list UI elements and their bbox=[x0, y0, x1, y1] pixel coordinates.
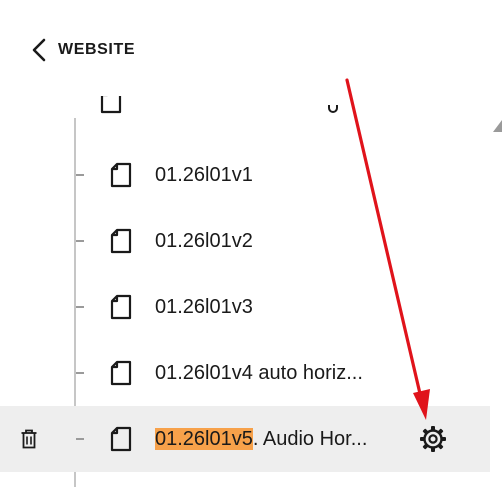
back-to-website-link[interactable]: WEBSITE bbox=[30, 36, 135, 64]
page-item-5-selected[interactable]: 01.26l01v5. Audio Hor... bbox=[0, 406, 490, 472]
scroll-indicator[interactable] bbox=[493, 120, 502, 132]
page-item-1[interactable]: 01.26l01v1 bbox=[0, 142, 490, 208]
glyph-fragment bbox=[328, 105, 338, 113]
page-icon bbox=[110, 360, 132, 386]
page-icon bbox=[100, 96, 122, 114]
page-title: 01.26l01v4 auto horiz... bbox=[155, 362, 363, 384]
tree-branch bbox=[76, 306, 84, 308]
page-icon bbox=[110, 294, 132, 320]
gear-icon[interactable] bbox=[419, 425, 447, 453]
tree-branch bbox=[76, 174, 84, 176]
page-item-2[interactable]: 01.26l01v2 bbox=[0, 208, 490, 274]
tree-branch bbox=[76, 372, 84, 374]
page-item-4[interactable]: 01.26l01v4 auto horiz... bbox=[0, 340, 490, 406]
page-icon bbox=[110, 162, 132, 188]
search-highlight: 01.26l01v5 bbox=[155, 428, 253, 450]
tree-branch bbox=[76, 240, 84, 242]
page-title-partial-mark bbox=[142, 96, 340, 113]
partial-row-clip bbox=[100, 96, 340, 118]
partial-row-content bbox=[100, 96, 340, 114]
back-link-label: WEBSITE bbox=[58, 41, 136, 58]
page-title: 01.26l01v5. Audio Hor... bbox=[155, 427, 367, 451]
page-title: 01.26l01v2 bbox=[155, 230, 253, 252]
page-title-rest: . Audio Hor... bbox=[252, 428, 368, 450]
tree-branch bbox=[76, 438, 84, 440]
page-icon bbox=[110, 228, 132, 254]
page-item-partial[interactable] bbox=[0, 96, 490, 120]
page-title: 01.26l01v3 bbox=[155, 296, 253, 318]
page-title: 01.26l01v1 bbox=[155, 164, 253, 186]
page-icon bbox=[110, 426, 132, 452]
trash-icon[interactable] bbox=[20, 429, 38, 449]
chevron-left-icon bbox=[32, 38, 46, 62]
page-item-3[interactable]: 01.26l01v3 bbox=[0, 274, 490, 340]
